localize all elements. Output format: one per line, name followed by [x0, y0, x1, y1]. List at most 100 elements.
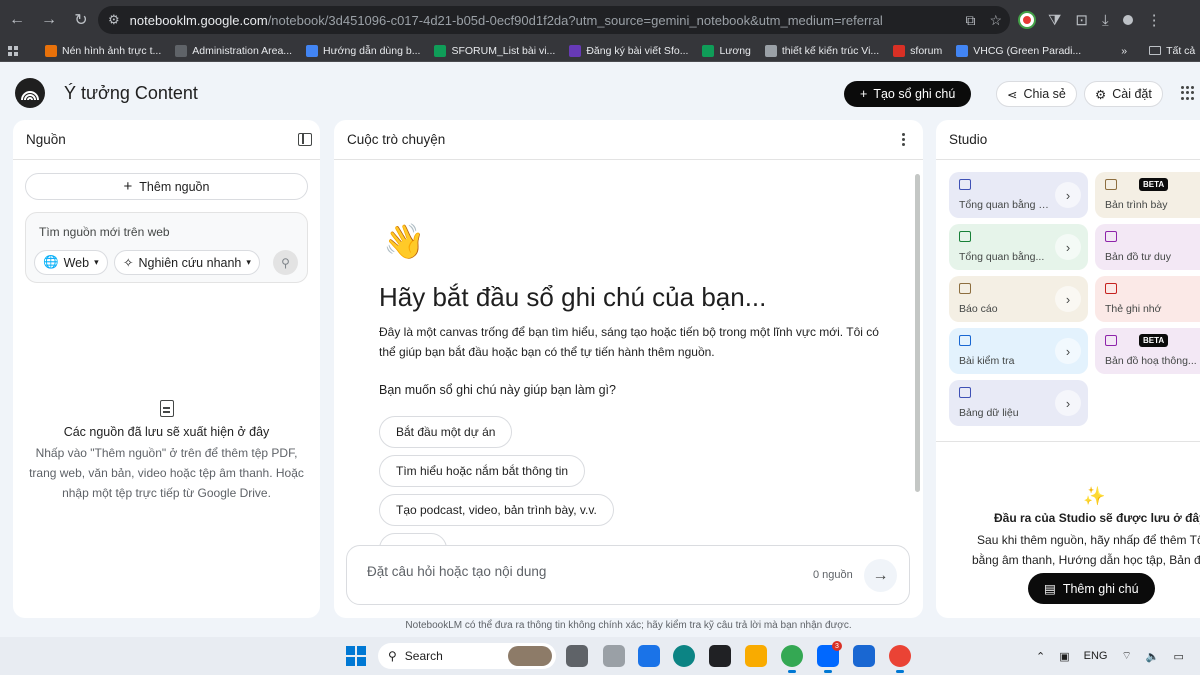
- task-view-icon[interactable]: [566, 645, 588, 667]
- studio-tile[interactable]: Thẻ ghi nhớ: [1095, 276, 1200, 322]
- tray-app-icon[interactable]: ▣: [1059, 650, 1069, 663]
- studio-tile[interactable]: Báo cáo ›: [949, 276, 1088, 322]
- studio-tile[interactable]: Bản đồ tư duy: [1095, 224, 1200, 270]
- studio-tile-icon: [959, 179, 971, 190]
- all-bookmarks-folder[interactable]: Tất cả: [1142, 45, 1200, 57]
- back-icon[interactable]: ←: [2, 5, 32, 35]
- bookmark-item[interactable]: sforum: [886, 44, 949, 57]
- bookmark-item[interactable]: Administration Area...: [168, 44, 299, 57]
- bookmark-item[interactable]: thiết kế kiến trúc Vi...: [758, 44, 886, 57]
- notebooklm-logo-icon[interactable]: [15, 78, 45, 108]
- widgets-icon[interactable]: [603, 645, 625, 667]
- send-button[interactable]: →: [864, 559, 897, 592]
- studio-tile-label: Bài kiểm tra: [959, 355, 1015, 367]
- bookmark-item[interactable]: Nén hình ảnh trực t...: [25, 44, 168, 57]
- research-mode-dropdown[interactable]: ✧ Nghiên cứu nhanh ▾: [114, 250, 260, 275]
- bookmark-item[interactable]: SFORUM_List bài vi...: [427, 44, 562, 57]
- browser-toolbar: ← → ↻ ⚙ notebooklm.google.com/notebook/3…: [0, 0, 1200, 40]
- more-options-icon[interactable]: [902, 133, 905, 146]
- browser-menu-icon[interactable]: ⋮: [1147, 11, 1162, 29]
- suggestion-chip[interactable]: Tạo podcast, video, bản trình bày, v.v.: [379, 494, 614, 526]
- bookmark-favicon-icon: [175, 44, 188, 57]
- battery-icon[interactable]: ▭: [1174, 650, 1184, 663]
- source-count: 0 nguồn: [813, 569, 853, 581]
- collapse-panel-icon[interactable]: [298, 133, 312, 146]
- studio-tile-label: Bảng dữ liệu: [959, 407, 1019, 419]
- studio-tile[interactable]: Bản đồ hoạ thông... BETA: [1095, 328, 1200, 374]
- file-explorer-icon[interactable]: [745, 645, 767, 667]
- chevron-right-icon[interactable]: ›: [1055, 286, 1081, 312]
- chat-scrollbar[interactable]: [915, 174, 920, 492]
- bookmark-favicon-icon: [434, 44, 447, 57]
- studio-tile[interactable]: Bản trình bày BETA: [1095, 172, 1200, 218]
- studio-empty-title: Đầu ra của Studio sẽ được lưu ở đây.: [994, 511, 1200, 525]
- bookmark-star-icon[interactable]: ☆: [989, 12, 1002, 29]
- web-search-input[interactable]: Tìm nguồn mới trên web: [39, 225, 170, 239]
- studio-tile[interactable]: Bảng dữ liệu ›: [949, 380, 1088, 426]
- recorder-extension-icon[interactable]: [1020, 13, 1034, 27]
- add-note-button[interactable]: ▤ Thêm ghi chú: [1028, 573, 1155, 604]
- web-source-type-dropdown[interactable]: 🌐 Web ▾: [34, 250, 108, 275]
- chevron-right-icon[interactable]: ›: [1055, 390, 1081, 416]
- studio-tile[interactable]: Tổng quan bằng... ›: [949, 224, 1088, 270]
- suggestion-chip[interactable]: Bắt đầu một dự án: [379, 416, 513, 448]
- chrome-profile-icon[interactable]: [889, 645, 911, 673]
- profile-icon[interactable]: [1122, 15, 1133, 25]
- bookmark-item[interactable]: Lương: [695, 44, 757, 57]
- note-icon: ▤: [1044, 582, 1056, 596]
- studio-tile-icon: [1105, 283, 1117, 294]
- notebook-title[interactable]: Ý tưởng Content: [64, 83, 198, 104]
- studio-tile-icon: [1105, 335, 1117, 346]
- bookmark-item[interactable]: Hướng dẫn dùng b...: [299, 44, 427, 57]
- site-info-icon[interactable]: ⚙: [108, 12, 120, 28]
- sources-panel: Nguồn + Thêm nguồn Tìm nguồn mới trên web…: [13, 120, 320, 618]
- sources-empty-state: Các nguồn đã lưu sẽ xuất hiện ở đây Nhấp…: [13, 400, 320, 503]
- wifi-icon[interactable]: ⌔: [1121, 649, 1131, 663]
- bookmarks-overflow-button[interactable]: »: [1114, 45, 1134, 57]
- extensions-icon[interactable]: ⧩: [1048, 12, 1061, 29]
- url-path: /notebook/3d451096-c017-4d21-b05d-0ecf90…: [267, 12, 883, 28]
- edge-browser-icon[interactable]: [673, 645, 695, 667]
- address-bar[interactable]: ⚙ notebooklm.google.com/notebook/3d45109…: [98, 6, 1010, 34]
- search-submit-button[interactable]: ⚲: [273, 250, 298, 275]
- tab-search-icon[interactable]: ⊡: [1075, 11, 1088, 29]
- taskbar-search[interactable]: ⚲ Search: [378, 643, 556, 669]
- bookmark-item[interactable]: VHCG (Green Paradi...: [949, 44, 1088, 57]
- reload-icon[interactable]: ↻: [66, 5, 96, 35]
- studio-tile[interactable]: Tổng quan bằng â... ›: [949, 172, 1088, 218]
- download-icon[interactable]: ⤓: [1102, 12, 1109, 29]
- install-app-icon[interactable]: ⧉: [965, 12, 975, 29]
- arrow-right-icon: →: [872, 566, 889, 584]
- create-notebook-button[interactable]: + Tạo sổ ghi chú: [844, 81, 972, 107]
- chat-input[interactable]: [367, 564, 797, 579]
- google-apps-icon[interactable]: [1181, 86, 1195, 100]
- pinned-app-icon[interactable]: [853, 645, 875, 667]
- studio-tile-label: Thẻ ghi nhớ: [1105, 303, 1162, 315]
- disclaimer: NotebookLM có thể đưa ra thông tin không…: [405, 620, 852, 631]
- tray-overflow-icon[interactable]: ⌃: [1036, 650, 1045, 663]
- apps-shortcut-icon[interactable]: [0, 45, 25, 56]
- windows-start-icon[interactable]: [346, 646, 366, 666]
- chevron-right-icon[interactable]: ›: [1055, 234, 1081, 260]
- studio-tile[interactable]: Bài kiểm tra ›: [949, 328, 1088, 374]
- settings-button[interactable]: ⚙ Cài đặt: [1084, 81, 1163, 107]
- bookmarks-bar: Nén hình ảnh trực t... Administration Ar…: [0, 40, 1200, 62]
- studio-divider: [936, 441, 1200, 442]
- chrome-browser-icon[interactable]: [781, 645, 803, 673]
- add-source-button[interactable]: + Thêm nguồn: [25, 173, 308, 200]
- forward-icon[interactable]: →: [34, 5, 64, 35]
- bookmark-item[interactable]: Đăng ký bài viết Sfo...: [562, 44, 695, 57]
- studio-title: Studio: [949, 132, 988, 147]
- capcut-app-icon[interactable]: [709, 645, 731, 667]
- chat-composer: 0 nguồn →: [346, 545, 910, 605]
- studio-tile-icon: [959, 231, 971, 242]
- suggestion-chip[interactable]: Tìm hiểu hoặc nắm bắt thông tin: [379, 455, 586, 487]
- volume-icon[interactable]: 🔈: [1146, 650, 1160, 663]
- zalo-app-icon[interactable]: 3: [817, 641, 842, 673]
- chevron-right-icon[interactable]: ›: [1055, 338, 1081, 364]
- language-indicator[interactable]: ENG: [1084, 650, 1108, 662]
- mail-app-icon[interactable]: [638, 645, 660, 667]
- chevron-right-icon[interactable]: ›: [1055, 182, 1081, 208]
- studio-empty-description: Sau khi thêm nguồn, hãy nhấp để thêm Tổn…: [971, 533, 1200, 567]
- share-button[interactable]: ⋖ Chia sẻ: [996, 81, 1077, 107]
